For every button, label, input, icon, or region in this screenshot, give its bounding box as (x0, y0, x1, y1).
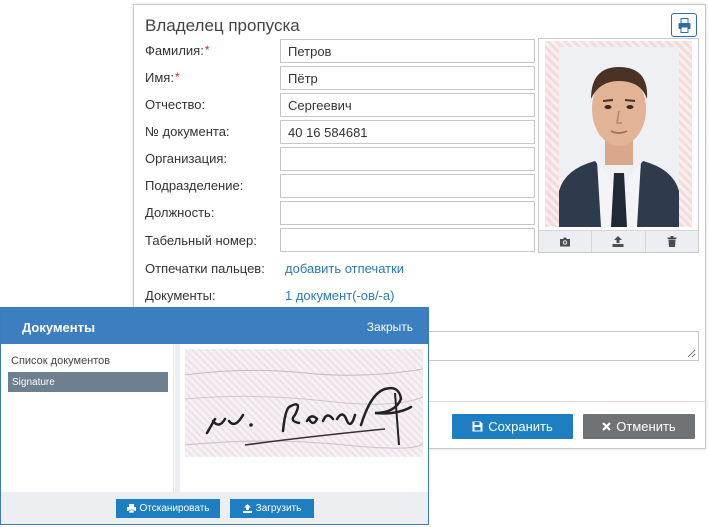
upload-button[interactable]: Загрузить (230, 499, 314, 518)
first-name-input[interactable] (280, 66, 535, 90)
documents-link[interactable]: 1 документ(-ов/-а) (285, 288, 394, 303)
delete-photo-button[interactable] (646, 231, 698, 252)
upload-label: Загрузить (255, 503, 302, 514)
upload-icon (612, 236, 624, 247)
fingerprints-label: Отпечатки пальцев: (145, 261, 265, 276)
resize-handle-icon[interactable] (687, 349, 696, 358)
panel-title: Владелец пропуска (145, 16, 300, 35)
upload-photo-button[interactable] (592, 231, 646, 252)
cancel-label: Отменить (616, 419, 676, 434)
department-label: Подразделение: (145, 178, 244, 193)
last-name-label: Фамилия:* (145, 43, 210, 58)
first-name-label: Имя:* (145, 70, 180, 85)
owner-photo (545, 41, 692, 227)
position-input[interactable] (280, 201, 535, 225)
position-label: Должность: (145, 205, 215, 220)
notes-textarea[interactable] (424, 331, 699, 361)
trash-icon (667, 236, 677, 247)
dialog-close-button[interactable]: Закрыть (367, 320, 413, 334)
documents-label: Документы: (145, 288, 216, 303)
last-name-input[interactable] (280, 39, 535, 63)
organization-label: Организация: (145, 151, 228, 166)
patronymic-input[interactable] (280, 93, 535, 117)
cancel-button[interactable]: Отменить (583, 414, 695, 439)
patronymic-label: Отчество: (145, 97, 206, 112)
document-list-label: Список документов (11, 355, 111, 367)
actions-divider (429, 401, 706, 402)
organization-input[interactable] (280, 147, 535, 171)
camera-button[interactable] (539, 231, 593, 252)
save-label: Сохранить (488, 419, 553, 434)
document-number-input[interactable] (280, 120, 535, 144)
scan-label: Отсканировать (139, 503, 210, 514)
photo-toolbar (539, 230, 698, 252)
photo-box (538, 38, 699, 253)
add-fingerprints-link[interactable]: добавить отпечатки (285, 261, 404, 276)
list-item[interactable]: Signature (8, 372, 168, 392)
documents-dialog: Документы Закрыть Список документов Sign… (0, 307, 429, 525)
save-button[interactable]: Сохранить (452, 414, 573, 439)
scan-button[interactable]: Отсканировать (116, 499, 220, 518)
document-number-label: № документа: (145, 124, 230, 139)
print-icon (678, 18, 691, 33)
print-icon (126, 504, 136, 513)
dialog-title: Документы (22, 320, 96, 335)
panel-splitter[interactable] (175, 344, 180, 492)
dialog-header: Документы Закрыть (1, 308, 428, 344)
signature-preview (185, 349, 423, 457)
camera-icon (560, 237, 571, 246)
close-icon (602, 422, 612, 431)
document-list-panel: Список документов Signature (1, 344, 174, 492)
print-button[interactable] (671, 13, 697, 37)
save-icon (472, 421, 483, 432)
employee-number-label: Табельный номер: (145, 233, 257, 248)
employee-number-input[interactable] (280, 228, 535, 252)
upload-icon (242, 504, 252, 513)
department-input[interactable] (280, 174, 535, 198)
